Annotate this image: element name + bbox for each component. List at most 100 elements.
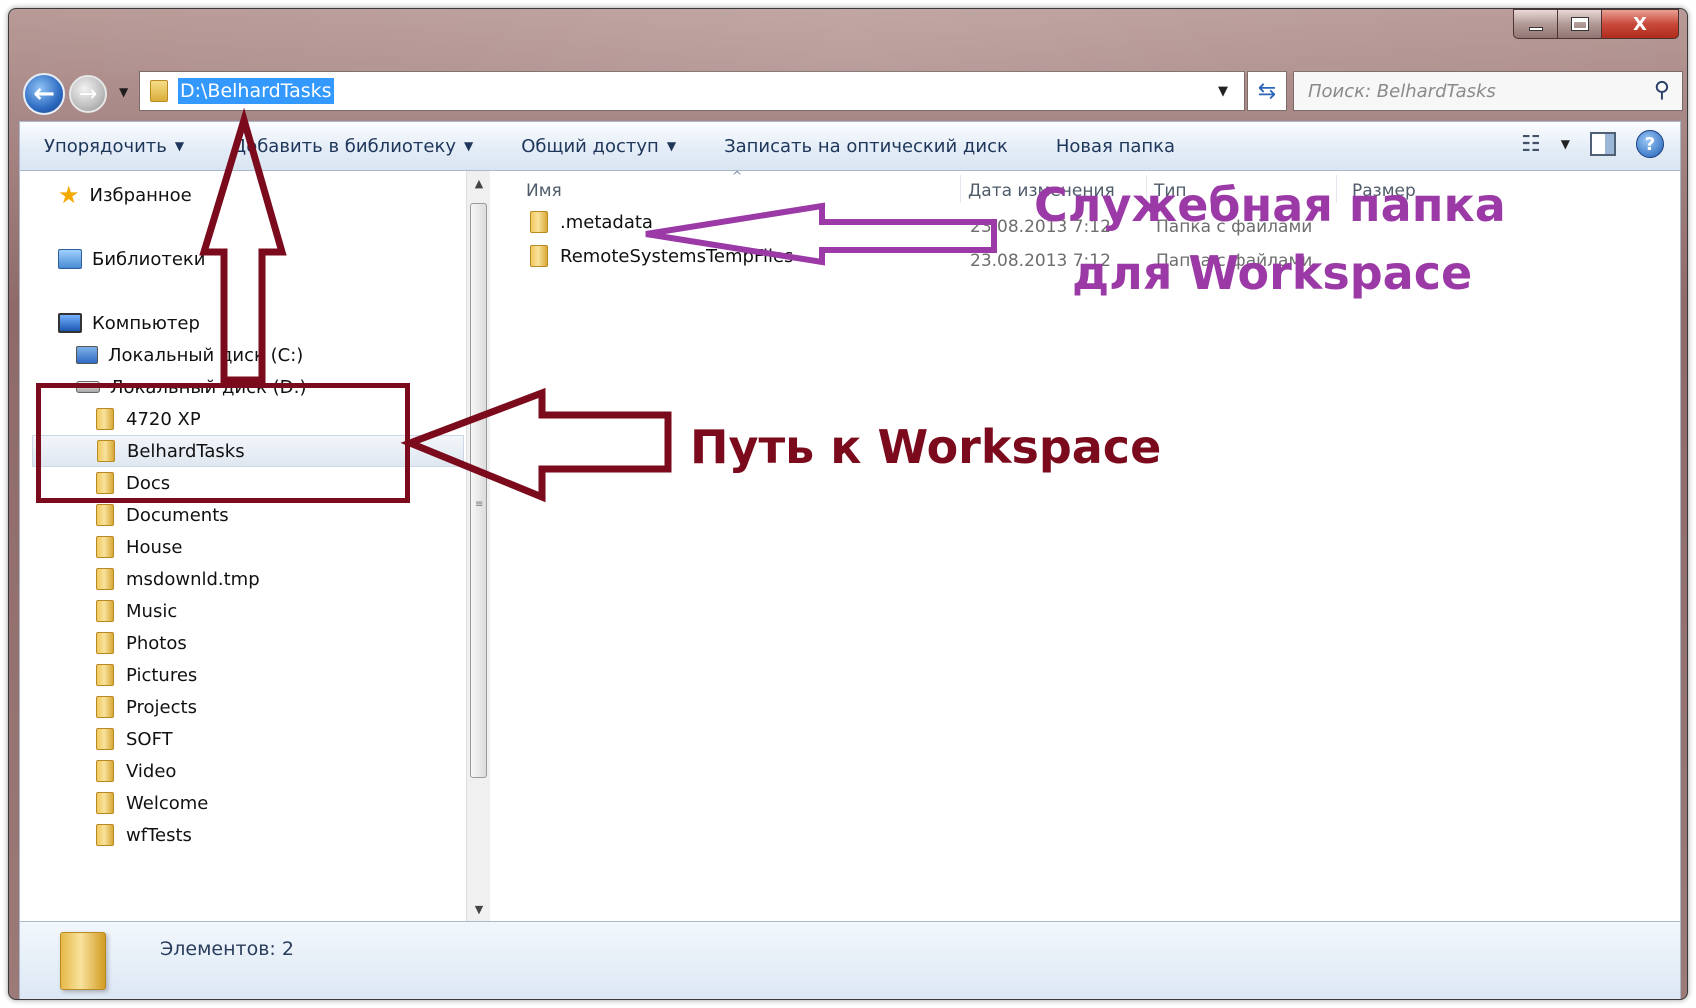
sidebar-item-label: House: [126, 536, 183, 558]
folder-icon: [96, 536, 114, 558]
refresh-button[interactable]: ⇆: [1247, 71, 1287, 111]
arrow-right-icon: →: [78, 81, 98, 107]
scroll-up-icon[interactable]: ▲: [467, 171, 491, 195]
folder-icon: [96, 760, 114, 782]
search-box[interactable]: Поиск: BelhardTasks ⚲: [1293, 71, 1683, 111]
folder-icon: [96, 664, 114, 686]
caption-buttons: X: [1513, 9, 1679, 41]
recent-pages-dropdown[interactable]: ▼: [119, 85, 128, 99]
list-item[interactable]: RemoteSystemsTempFiles: [530, 245, 793, 267]
minimize-icon: [1528, 27, 1543, 31]
file-name: RemoteSystemsTempFiles: [560, 245, 794, 267]
folder-icon: [96, 504, 114, 526]
status-bar: Элементов: 2: [19, 921, 1681, 999]
drive-icon: [76, 346, 98, 364]
sidebar-item-folder[interactable]: Documents: [96, 499, 229, 531]
chevron-down-icon: ▼: [174, 139, 185, 153]
sidebar-item-label: Photos: [126, 632, 187, 654]
new-folder-button[interactable]: Новая папка: [1032, 136, 1199, 157]
new-folder-label: Новая папка: [1055, 135, 1176, 157]
search-placeholder: Поиск: BelhardTasks: [1308, 80, 1496, 102]
chevron-down-icon: ▼: [666, 139, 677, 153]
sidebar-item-label: Локальный диск (C:): [108, 344, 304, 366]
navigation-bar: ← → ▼ D:\BelhardTasks ▼ ⇆ Поиск: Belhard…: [9, 65, 1687, 123]
view-controls: ☷ ▼ ?: [1521, 130, 1664, 158]
annotation-service-label-line1: Служебная папка: [1034, 178, 1506, 232]
scroll-down-icon[interactable]: ▼: [467, 897, 491, 921]
minimize-button[interactable]: [1513, 9, 1557, 39]
folder-icon: [96, 728, 114, 750]
sidebar-item-folder[interactable]: Video: [96, 755, 176, 787]
annotation-path-label: Путь к Workspace: [690, 420, 1162, 474]
chevron-down-icon: ▼: [463, 139, 474, 153]
sidebar-item-label: wfTests: [126, 824, 192, 846]
maximize-button[interactable]: [1557, 9, 1601, 39]
explorer-window: X ← → ▼ D:\BelhardTasks ▼ ⇆ Поиск: Belha…: [8, 8, 1688, 1000]
sidebar-item-folder[interactable]: wfTests: [96, 819, 192, 851]
share-label: Общий доступ: [521, 135, 659, 157]
burn-label: Записать на оптический диск: [724, 135, 1008, 157]
column-header-label: Имя: [526, 181, 562, 201]
sidebar-item-label: Documents: [126, 504, 229, 526]
scrollbar-thumb[interactable]: ≡: [470, 203, 487, 778]
folder-icon: [96, 824, 114, 846]
sidebar-item-label: Video: [126, 760, 177, 782]
sidebar-item-favorites[interactable]: ★ Избранное: [58, 179, 192, 211]
organize-label: Упорядочить: [44, 135, 167, 157]
maximize-icon: [1570, 17, 1589, 31]
libraries-icon: [58, 249, 82, 269]
sidebar-item-folder[interactable]: House: [96, 531, 182, 563]
address-dropdown-icon[interactable]: ▼: [1218, 84, 1228, 99]
sort-ascending-icon: ^: [732, 169, 743, 183]
sidebar-item-folder[interactable]: Music: [96, 595, 177, 627]
forward-button[interactable]: →: [69, 75, 107, 113]
view-dropdown-icon[interactable]: ▼: [1561, 137, 1570, 151]
grip-icon: ≡: [475, 499, 484, 510]
sidebar-scrollbar[interactable]: ▲ ≡ ▼: [466, 171, 490, 921]
annotation-service-label-line2: для Workspace: [1072, 246, 1473, 300]
add-to-library-menu[interactable]: Добавить в библиотеку ▼: [208, 136, 497, 157]
sidebar-item-folder[interactable]: Pictures: [96, 659, 197, 691]
address-text[interactable]: D:\BelhardTasks: [178, 78, 334, 104]
command-bar: Упорядочить ▼ Добавить в библиотеку ▼ Общи…: [19, 121, 1681, 171]
help-label: ?: [1644, 133, 1656, 155]
organize-menu[interactable]: Упорядочить ▼: [20, 136, 208, 157]
help-icon[interactable]: ?: [1636, 130, 1664, 158]
close-button[interactable]: X: [1601, 9, 1679, 39]
sidebar-item-label: msdownld.tmp: [126, 568, 260, 590]
folder-icon: [530, 211, 548, 233]
column-divider[interactable]: [960, 175, 961, 203]
sidebar-item-computer[interactable]: Компьютер: [58, 307, 200, 339]
add-to-library-label: Добавить в библиотеку: [232, 135, 456, 157]
sidebar-item-label: SOFT: [126, 728, 173, 750]
folder-icon: [96, 792, 114, 814]
sidebar-item-folder[interactable]: Welcome: [96, 787, 208, 819]
share-menu[interactable]: Общий доступ ▼: [497, 136, 700, 157]
folder-icon: [150, 80, 168, 102]
sidebar-item-libraries[interactable]: Библиотеки: [58, 243, 206, 275]
sidebar-item-folder[interactable]: msdownld.tmp: [96, 563, 260, 595]
computer-icon: [58, 313, 82, 333]
sidebar-item-label: Music: [126, 600, 178, 622]
sidebar-item-label: Компьютер: [92, 312, 200, 334]
view-options-icon[interactable]: ☷: [1521, 132, 1541, 157]
preview-pane-icon[interactable]: [1590, 132, 1616, 156]
close-icon: X: [1633, 13, 1647, 35]
list-item[interactable]: .metadata: [530, 211, 653, 233]
folder-icon: [60, 932, 106, 990]
address-bar[interactable]: D:\BelhardTasks ▼: [139, 71, 1245, 111]
burn-button[interactable]: Записать на оптический диск: [700, 136, 1032, 157]
search-icon[interactable]: ⚲: [1654, 78, 1670, 103]
sidebar-item-folder[interactable]: Projects: [96, 691, 197, 723]
sidebar-item-drive-c[interactable]: Локальный диск (C:): [76, 339, 303, 371]
sidebar-item-label: Pictures: [126, 664, 198, 686]
sidebar-item-folder[interactable]: SOFT: [96, 723, 173, 755]
arrow-left-icon: ←: [33, 79, 55, 109]
column-header-name[interactable]: Имя: [526, 181, 562, 201]
folder-icon: [96, 600, 114, 622]
back-button[interactable]: ←: [23, 73, 65, 115]
star-icon: ★: [58, 181, 80, 209]
sidebar-item-folder[interactable]: Photos: [96, 627, 187, 659]
file-name: .metadata: [560, 211, 653, 233]
sidebar-item-label: Welcome: [126, 792, 209, 814]
